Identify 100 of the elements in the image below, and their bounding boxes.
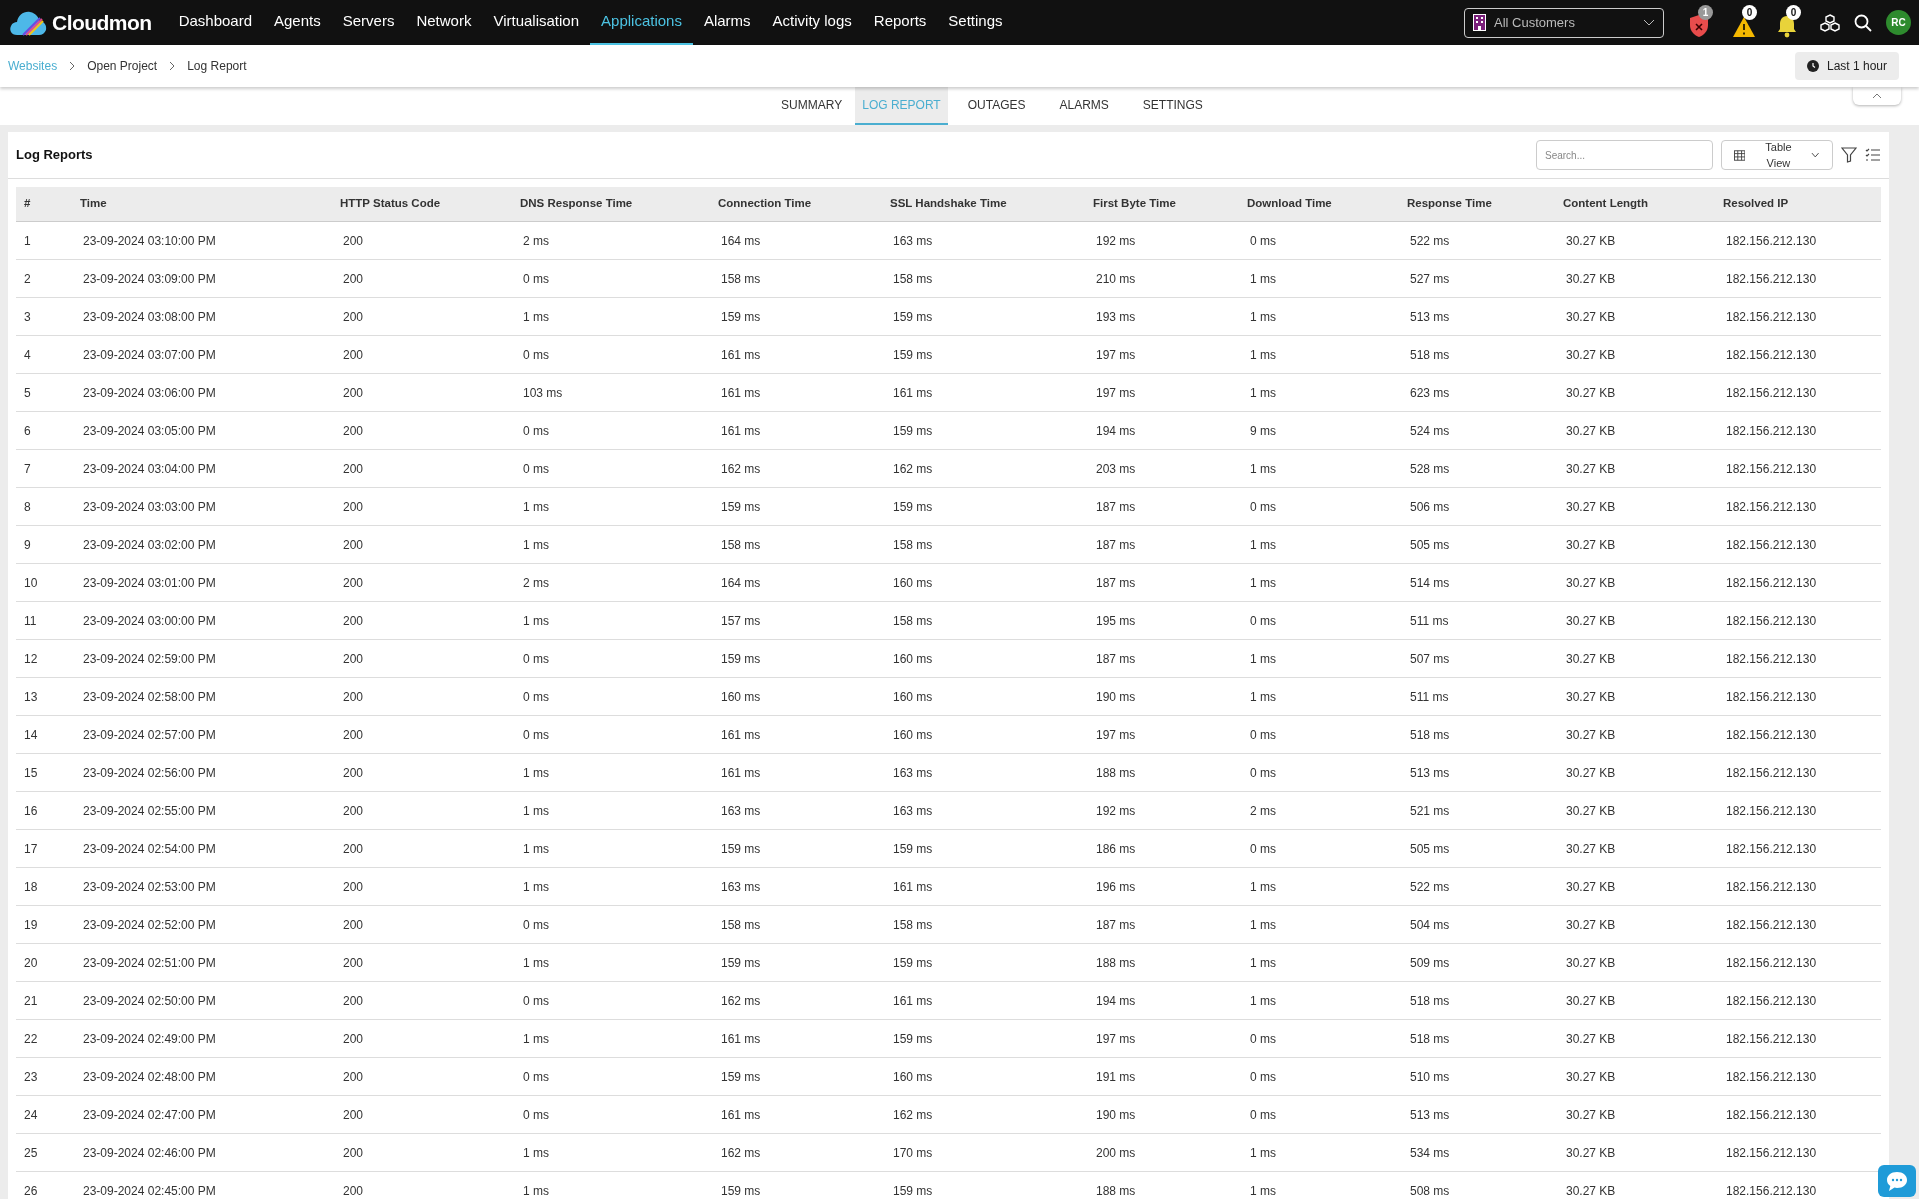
table-cell-text: 510 ms bbox=[1409, 1068, 1451, 1086]
table-cell-text: 623 ms bbox=[1409, 384, 1451, 402]
table-cell-text: 513 ms bbox=[1409, 764, 1451, 782]
table-cell-text: 197 ms bbox=[1095, 346, 1137, 364]
section-tab[interactable]: SETTINGS bbox=[1128, 87, 1217, 125]
table-cell-text: 3 bbox=[23, 308, 32, 326]
table-cell-text: 527 ms bbox=[1409, 270, 1451, 288]
table-cell-text: 158 ms bbox=[892, 536, 934, 554]
table-cell-text: 1 ms bbox=[522, 954, 550, 972]
table-cell-text: 103 ms bbox=[522, 384, 564, 402]
table-cell-text: 182.156.212.130 bbox=[1725, 1106, 1818, 1124]
table-cell-text: 162 ms bbox=[720, 992, 762, 1010]
table-cell-text: 518 ms bbox=[1409, 992, 1451, 1010]
table-cell-text: 200 bbox=[342, 840, 365, 858]
table-cell-text: 200 bbox=[342, 460, 365, 478]
nav-link[interactable]: Servers bbox=[331, 0, 406, 45]
table-cell-text: 200 bbox=[342, 232, 365, 250]
table-cell-text: 196 ms bbox=[1095, 878, 1137, 896]
search-field[interactable]: Search... bbox=[1536, 140, 1713, 170]
breadcrumb-link[interactable]: Log Report bbox=[187, 57, 247, 75]
table-cell-text: 6 bbox=[23, 422, 32, 440]
nav-link[interactable]: Agents bbox=[263, 0, 332, 45]
table-cell-text: 1 ms bbox=[522, 1182, 550, 1199]
table-cell-text: 161 ms bbox=[892, 878, 934, 896]
table-cell-text: 200 bbox=[342, 726, 365, 744]
table-cell-text: 161 ms bbox=[720, 384, 762, 402]
nav-link[interactable]: Dashboard bbox=[167, 0, 263, 45]
table-cell-text: 1 ms bbox=[1249, 308, 1277, 326]
table-cell-text: 0 ms bbox=[522, 422, 550, 440]
table-cell-text: 1 ms bbox=[1249, 574, 1277, 592]
table-cell-text: 513 ms bbox=[1409, 308, 1451, 326]
table-cell-text: 161 ms bbox=[720, 726, 762, 744]
table-cell-text: 0 ms bbox=[522, 460, 550, 478]
cubes-icon[interactable] bbox=[1820, 13, 1840, 32]
table-cell-text: 182.156.212.130 bbox=[1725, 422, 1818, 440]
table-cell-text: 157 ms bbox=[720, 612, 762, 630]
table-cell-text: 160 ms bbox=[892, 574, 934, 592]
table-cell-text: 182.156.212.130 bbox=[1725, 536, 1818, 554]
section-tab[interactable]: SUMMARY bbox=[774, 87, 850, 125]
table-cell-text: 23-09-2024 02:50:00 PM bbox=[82, 992, 217, 1010]
table-cell-text: 23-09-2024 02:58:00 PM bbox=[82, 688, 217, 706]
table-cell-text: 200 bbox=[342, 422, 365, 440]
table-cell-text: 10 bbox=[23, 574, 39, 592]
section-tab[interactable]: OUTAGES bbox=[953, 87, 1040, 125]
table-cell-text: 197 ms bbox=[1095, 384, 1137, 402]
filter-icon[interactable] bbox=[1841, 147, 1857, 163]
table-cell-text: 163 ms bbox=[892, 802, 934, 820]
time-range-button[interactable]: Last 1 hour bbox=[1794, 52, 1899, 80]
breadcrumb-link[interactable]: Open Project bbox=[87, 57, 158, 75]
table-cell-text: 0 ms bbox=[1249, 726, 1277, 744]
table-cell-text: 2 ms bbox=[1249, 802, 1277, 820]
table-cell-text: 158 ms bbox=[720, 536, 762, 554]
table-cell-text: 4 bbox=[23, 346, 32, 364]
table-cell-text: 159 ms bbox=[720, 498, 762, 516]
table-cell-text: 30.27 KB bbox=[1565, 1144, 1617, 1162]
table-cell-text: 30.27 KB bbox=[1565, 308, 1617, 326]
table-cell-text: 159 ms bbox=[892, 954, 934, 972]
table-cell-text: 13 bbox=[23, 688, 39, 706]
nav-link[interactable]: Settings bbox=[937, 0, 1014, 45]
section-tab[interactable]: ALARMS bbox=[1045, 87, 1123, 125]
table-cell-text: 23-09-2024 02:51:00 PM bbox=[82, 954, 217, 972]
table-cell-text: 161 ms bbox=[720, 1106, 762, 1124]
view-select[interactable]: Table View bbox=[1721, 140, 1833, 170]
table-cell-text: 187 ms bbox=[1095, 536, 1137, 554]
table-cell-text: 23-09-2024 03:07:00 PM bbox=[82, 346, 217, 364]
table-cell-text: 15 bbox=[23, 764, 39, 782]
table-cell-text: 1 ms bbox=[1249, 460, 1277, 478]
table-cell-text: 23-09-2024 03:09:00 PM bbox=[82, 270, 217, 288]
table-cell-text: 23 bbox=[23, 1068, 39, 1086]
table-cell-text: 21 bbox=[23, 992, 39, 1010]
customer-select[interactable]: All Customers bbox=[1464, 7, 1664, 38]
nav-link[interactable]: Virtualisation bbox=[482, 0, 591, 45]
table-cell-text: 182.156.212.130 bbox=[1725, 726, 1818, 744]
table-cell-text: 30.27 KB bbox=[1565, 346, 1617, 364]
search-icon[interactable] bbox=[1854, 13, 1872, 32]
table-cell-text: 30.27 KB bbox=[1565, 612, 1617, 630]
table-cell-text: 163 ms bbox=[892, 764, 934, 782]
table-cell-text: 1 ms bbox=[1249, 878, 1277, 896]
column-header: Resolved IP bbox=[1722, 196, 1790, 212]
user-avatar[interactable]: RC bbox=[1886, 10, 1911, 35]
table-icon bbox=[1734, 149, 1746, 161]
table-cell-text: 161 ms bbox=[720, 422, 762, 440]
table-cell-text: 23-09-2024 03:01:00 PM bbox=[82, 574, 217, 592]
table-cell-text: 163 ms bbox=[720, 802, 762, 820]
table-cell-text: 200 bbox=[342, 1106, 365, 1124]
chevron-down-icon bbox=[1811, 152, 1820, 158]
table-cell-text: 200 bbox=[342, 574, 365, 592]
table-cell-text: 1 bbox=[23, 232, 32, 250]
chat-button[interactable] bbox=[1878, 1165, 1916, 1197]
table-cell-text: 30.27 KB bbox=[1565, 498, 1617, 516]
nav-link[interactable]: Alarms bbox=[692, 0, 762, 45]
table-cell-text: 23-09-2024 03:06:00 PM bbox=[82, 384, 217, 402]
nav-link[interactable]: Network bbox=[405, 0, 483, 45]
nav-link[interactable]: Reports bbox=[862, 0, 938, 45]
chevron-up-icon bbox=[1872, 93, 1882, 99]
nav-link[interactable]: Activity logs bbox=[761, 0, 863, 45]
table-cell-text: 182.156.212.130 bbox=[1725, 688, 1818, 706]
table-cell-text: 0 ms bbox=[1249, 1106, 1277, 1124]
checklist-icon[interactable] bbox=[1865, 148, 1881, 162]
table-cell-text: 162 ms bbox=[892, 1106, 934, 1124]
